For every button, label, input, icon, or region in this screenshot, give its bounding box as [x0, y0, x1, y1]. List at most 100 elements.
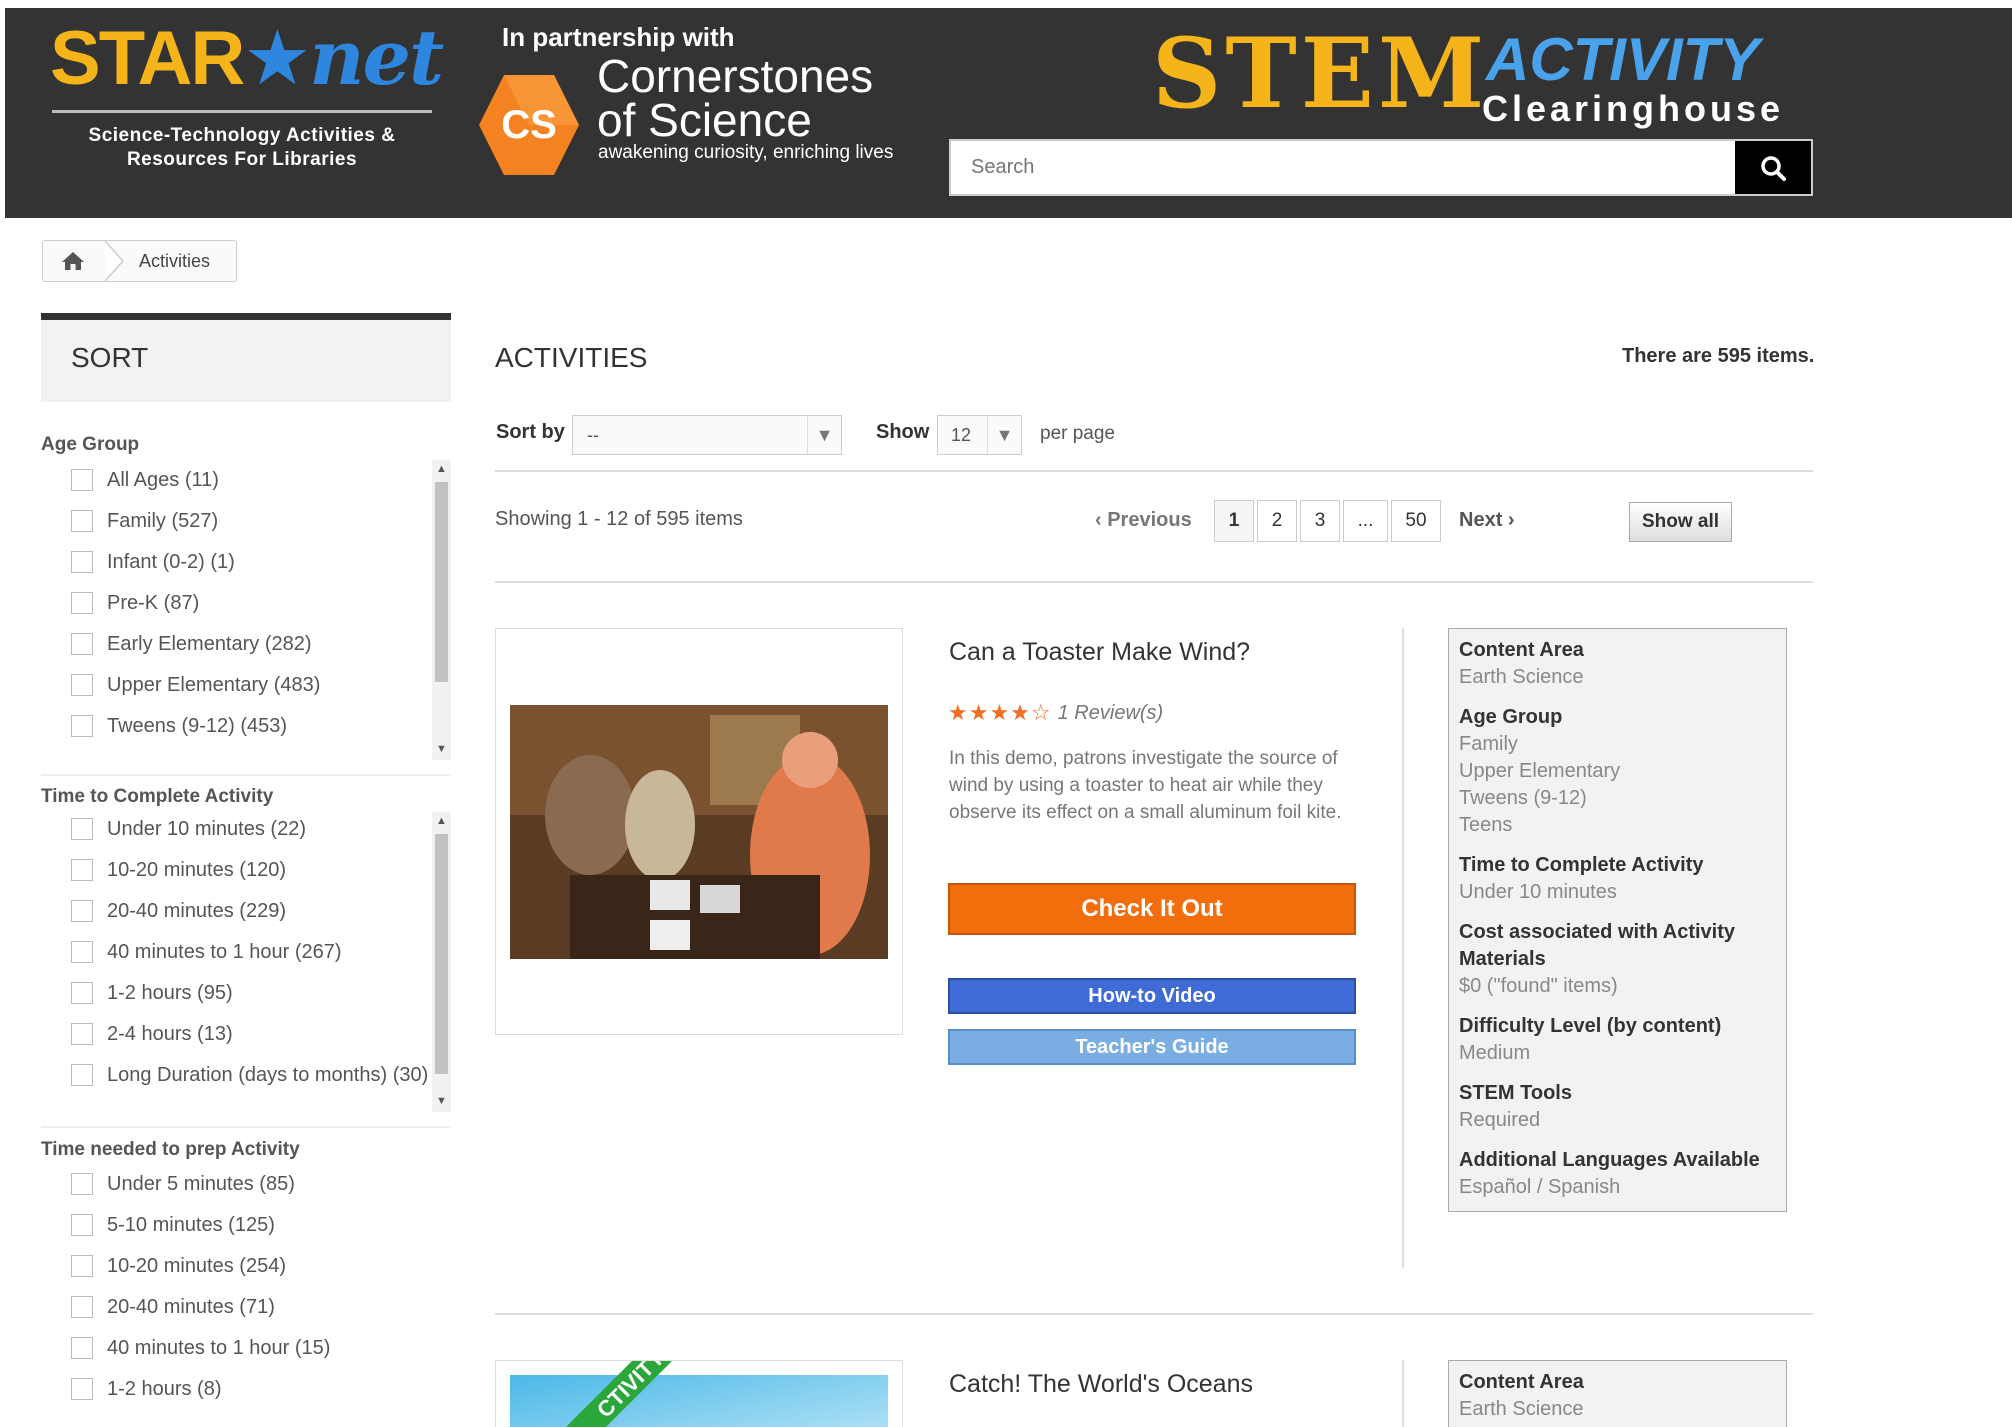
filter-group-title: Time needed to prep Activity [41, 1139, 300, 1160]
filter-divider [41, 1126, 451, 1128]
top-strip [0, 0, 2012, 8]
column-divider [1402, 1360, 1404, 1427]
scroll-up-icon[interactable]: ▲ [435, 814, 448, 828]
filter-option[interactable]: All Ages (11) [71, 465, 219, 495]
per-page-select[interactable]: 12 ▼ [937, 415, 1022, 455]
how-to-video-button[interactable]: How-to Video [948, 978, 1356, 1014]
reviews-link[interactable]: 1 Review(s) [1058, 702, 1164, 725]
checkbox[interactable] [71, 715, 93, 737]
checkbox[interactable] [71, 633, 93, 655]
filter-list-prep-time: Under 5 minutes (85) 5-10 minutes (125) … [41, 1165, 451, 1427]
filter-option[interactable]: Tweens (9-12) (453) [71, 711, 287, 741]
search-input[interactable] [951, 141, 1737, 194]
activity-photo[interactable] [510, 705, 888, 959]
filter-group-title: Age Group [41, 434, 140, 455]
divider [495, 470, 1813, 472]
checkbox[interactable] [71, 551, 93, 573]
activity-image-frame[interactable] [495, 628, 903, 1035]
checkbox[interactable] [71, 592, 93, 614]
clearinghouse-logo-text: Clearinghouse [1482, 88, 1785, 129]
show-all-button[interactable]: Show all [1629, 502, 1732, 542]
starnet-subtitle: Science-Technology Activities & Resource… [88, 125, 396, 170]
show-label: Show [876, 421, 930, 443]
filter-option[interactable]: Infant (0-2) (1) [71, 547, 235, 577]
checkbox[interactable] [71, 674, 93, 696]
page-50[interactable]: 50 [1391, 500, 1441, 542]
page-1[interactable]: 1 [1214, 500, 1254, 542]
page-ellipsis: ... [1343, 500, 1388, 542]
breadcrumb-current[interactable]: Activities [139, 251, 210, 272]
filter-option[interactable]: Early Elementary (282) [71, 629, 312, 659]
checkbox[interactable] [71, 859, 93, 881]
checkbox[interactable] [71, 469, 93, 491]
scrollbar[interactable]: ▲ ▼ [432, 812, 451, 1112]
filter-option[interactable]: Long Duration (days to months) (30) [71, 1060, 428, 1090]
checkbox[interactable] [71, 818, 93, 840]
chevron-right-icon: › [1502, 509, 1515, 531]
sort-select[interactable]: -- ▼ [572, 415, 842, 455]
rating: ★★★★☆ 1 Review(s) [948, 700, 1163, 726]
filter-option[interactable]: Under 5 minutes (85) [71, 1169, 295, 1199]
activity-title[interactable]: Catch! The World's Oceans [949, 1370, 1253, 1399]
checkbox[interactable] [71, 1064, 93, 1086]
checkbox[interactable] [71, 900, 93, 922]
scroll-up-icon[interactable]: ▲ [435, 462, 448, 476]
search-button[interactable] [1735, 141, 1811, 194]
scrollbar[interactable]: ▲ ▼ [432, 460, 451, 760]
filter-option[interactable]: 1-2 hours (95) [71, 978, 233, 1008]
checkbox[interactable] [71, 1337, 93, 1359]
filter-option[interactable]: 10-20 minutes (120) [71, 855, 286, 885]
cornerstones-name: Cornerstones of Science [597, 50, 874, 146]
teachers-guide-button[interactable]: Teacher's Guide [948, 1029, 1356, 1065]
filter-option[interactable]: 40 minutes to 1 hour (15) [71, 1333, 330, 1363]
filter-option[interactable]: 40 minutes to 1 hour (267) [71, 937, 342, 967]
activity-image-frame[interactable]: CTIVITY [495, 1360, 903, 1427]
filter-option[interactable]: Under 10 minutes (22) [71, 814, 306, 844]
checkbox[interactable] [71, 1214, 93, 1236]
next-link[interactable]: Next › [1459, 509, 1515, 532]
caret-down-icon: ▼ [987, 416, 1021, 454]
filter-option[interactable]: 10-20 minutes (254) [71, 1251, 286, 1281]
filter-option[interactable]: 1-2 hours (8) [71, 1374, 222, 1404]
page-3[interactable]: 3 [1300, 500, 1340, 542]
activity-description: In this demo, patrons investigate the so… [949, 748, 1342, 823]
cornerstones-tagline: awakening curiosity, enriching lives [598, 142, 894, 163]
sort-by-label: Sort by [496, 421, 565, 443]
activity-metadata: Content Area Earth Science Age Group Fam… [1448, 628, 1787, 1212]
home-icon[interactable] [61, 251, 85, 271]
checkbox[interactable] [71, 941, 93, 963]
checkbox[interactable] [71, 510, 93, 532]
scroll-down-icon[interactable]: ▼ [435, 1094, 448, 1108]
filter-divider [41, 774, 451, 776]
page-2[interactable]: 2 [1257, 500, 1297, 542]
checkbox[interactable] [71, 1255, 93, 1277]
scrollbar-thumb[interactable] [435, 834, 448, 1074]
checkbox[interactable] [71, 982, 93, 1004]
checkbox[interactable] [71, 1173, 93, 1195]
sort-header: SORT [41, 320, 451, 402]
star-icon: ★ [243, 13, 311, 102]
filter-option[interactable]: Upper Elementary (483) [71, 670, 320, 700]
filter-option[interactable]: Family (527) [71, 506, 218, 536]
chevron-left-icon: ‹ [1095, 509, 1108, 531]
previous-link[interactable]: ‹ Previous [1095, 509, 1192, 532]
sort-top-border [41, 313, 451, 320]
column-divider [1402, 628, 1404, 1268]
showing-text: Showing 1 - 12 of 595 items [495, 508, 743, 530]
activity-title[interactable]: Can a Toaster Make Wind? [949, 638, 1250, 667]
filter-option[interactable]: 20-40 minutes (229) [71, 896, 286, 926]
search-bar [949, 139, 1813, 196]
starnet-logo[interactable]: STAR★net [50, 20, 444, 97]
filter-option[interactable]: 20-40 minutes (71) [71, 1292, 275, 1322]
checkbox[interactable] [71, 1296, 93, 1318]
checkbox[interactable] [71, 1023, 93, 1045]
stem-logo[interactable]: STEM [1152, 26, 1488, 122]
scrollbar-thumb[interactable] [435, 482, 448, 682]
filter-option[interactable]: 2-4 hours (13) [71, 1019, 233, 1049]
page-title: ACTIVITIES [495, 342, 648, 373]
filter-option[interactable]: 5-10 minutes (125) [71, 1210, 275, 1240]
checkbox[interactable] [71, 1378, 93, 1400]
filter-option[interactable]: Pre-K (87) [71, 588, 199, 618]
check-it-out-button[interactable]: Check It Out [948, 883, 1356, 935]
scroll-down-icon[interactable]: ▼ [435, 742, 448, 756]
